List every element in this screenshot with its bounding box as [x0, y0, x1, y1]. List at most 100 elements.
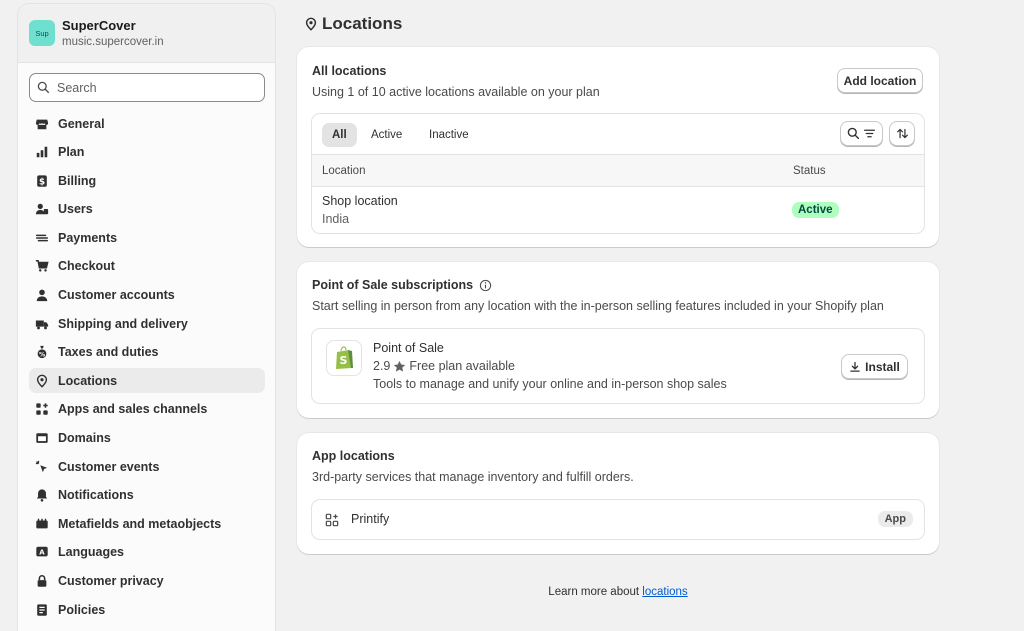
nav-item-shipping[interactable]: Shipping and delivery	[29, 311, 265, 336]
locations-link[interactable]: locations	[642, 586, 687, 598]
shopify-pos-logo: S	[326, 340, 362, 376]
svg-text:$: $	[39, 177, 45, 187]
nav-label: Apps and sales channels	[58, 402, 208, 417]
nav-label: Notifications	[58, 488, 134, 503]
nav-item-customer-privacy[interactable]: Customer privacy	[29, 569, 265, 594]
pos-plan: Free plan available	[409, 359, 516, 373]
location-icon	[305, 17, 317, 31]
star-icon	[394, 360, 406, 372]
table-row[interactable]: Shop location India Active	[312, 188, 924, 234]
tab-all[interactable]: All	[322, 123, 357, 147]
plan-icon	[35, 145, 49, 159]
search-box[interactable]	[29, 73, 265, 102]
tax-icon: %	[35, 345, 49, 359]
payments-icon	[35, 231, 49, 245]
nav-item-payments[interactable]: Payments	[29, 225, 265, 250]
nav-label: Languages	[58, 545, 124, 560]
pos-title: Point of Sale subscriptions	[312, 278, 474, 292]
svg-text:A: A	[39, 549, 45, 557]
all-locations-card: All locations Using 1 of 10 active locat…	[297, 47, 939, 247]
footer-text: Learn more about	[548, 586, 640, 598]
app-location-row[interactable]: Printify App	[311, 499, 925, 540]
app-badge: App	[877, 511, 913, 527]
apps-icon	[35, 402, 49, 416]
app-locations-subtitle: 3rd-party services that manage inventory…	[312, 470, 634, 484]
nav-item-billing[interactable]: $ Billing	[29, 168, 265, 193]
shopify-bag-icon: S	[336, 346, 353, 369]
location-name: Shop location	[322, 194, 398, 208]
nav-item-general[interactable]: General	[29, 111, 265, 136]
nav-item-taxes[interactable]: % Taxes and duties	[29, 340, 265, 365]
nav-label: Taxes and duties	[58, 345, 159, 360]
nav-label: Shipping and delivery	[58, 316, 188, 331]
store-header[interactable]: Sup SuperCover music.supercover.in	[18, 4, 275, 63]
nav-item-metafields[interactable]: Metafields and metaobjects	[29, 511, 265, 536]
nav-item-customer-accounts[interactable]: Customer accounts	[29, 283, 265, 308]
filter-icon	[863, 129, 876, 138]
page-title-text: Locations	[322, 14, 403, 33]
store-icon	[35, 117, 49, 131]
bell-icon	[35, 488, 49, 502]
sort-button[interactable]	[889, 121, 915, 146]
nav-item-users[interactable]: Users	[29, 197, 265, 222]
info-icon[interactable]	[479, 279, 492, 292]
locations-table: All Active Inactive Location Status Shop…	[311, 113, 925, 234]
policies-icon	[35, 603, 49, 617]
nav-label: Domains	[58, 431, 111, 446]
store-logo: Sup	[29, 20, 55, 46]
nav-item-customer-events[interactable]: Customer events	[29, 454, 265, 479]
search-icon	[37, 81, 50, 94]
location-country: India	[322, 212, 350, 226]
truck-icon	[35, 317, 49, 331]
nav-label: Customer privacy	[58, 574, 164, 588]
lock-icon	[35, 574, 49, 588]
location-icon	[35, 374, 49, 388]
tab-inactive[interactable]: Inactive	[419, 123, 479, 147]
pos-card: Point of Sale subscriptions Start sellin…	[297, 262, 939, 418]
search-icon	[847, 127, 860, 140]
all-locations-subtitle: Using 1 of 10 active locations available…	[312, 85, 600, 99]
billing-icon: $	[35, 174, 49, 188]
pos-app-row: S Point of Sale 2.9 Free plan available …	[311, 328, 925, 404]
nav-item-policies[interactable]: Policies	[29, 597, 265, 622]
nav-item-apps[interactable]: Apps and sales channels	[29, 397, 265, 422]
nav-label: General	[58, 116, 105, 131]
download-icon	[850, 361, 860, 372]
nav-label: Payments	[58, 230, 118, 245]
domains-icon	[35, 431, 49, 445]
nav-item-locations[interactable]: Locations	[29, 368, 265, 394]
add-location-button[interactable]: Add location	[837, 68, 923, 93]
app-location-name: Printify	[351, 512, 390, 526]
nav-label: Customer accounts	[58, 288, 175, 303]
column-status: Status	[793, 165, 826, 177]
settings-sidebar: Sup SuperCover music.supercover.in Gener…	[17, 3, 276, 631]
tab-active[interactable]: Active	[361, 123, 412, 147]
nav-item-plan[interactable]: Plan	[29, 140, 265, 165]
person-icon	[35, 288, 49, 302]
language-icon: A	[35, 545, 49, 559]
nav-item-domains[interactable]: Domains	[29, 426, 265, 451]
settings-nav: General Plan $ Billing Users Payments Che…	[29, 111, 265, 626]
all-locations-title: All locations	[312, 64, 387, 78]
cart-icon	[35, 259, 49, 273]
install-label: Install	[865, 359, 900, 374]
install-button[interactable]: Install	[841, 354, 908, 379]
app-locations-title: App locations	[312, 449, 395, 463]
pos-app-name: Point of Sale	[373, 341, 444, 355]
pos-subtitle: Start selling in person from any locatio…	[312, 299, 884, 313]
search-filter-button[interactable]	[840, 121, 883, 146]
status-badge: Active	[792, 202, 839, 218]
nav-label: Locations	[58, 373, 118, 388]
nav-label: Users	[58, 202, 93, 217]
nav-label: Policies	[58, 602, 106, 617]
search-input[interactable]	[57, 80, 237, 95]
nav-label: Checkout	[58, 259, 115, 274]
nav-item-checkout[interactable]: Checkout	[29, 254, 265, 279]
nav-item-notifications[interactable]: Notifications	[29, 483, 265, 508]
cursor-icon	[35, 460, 49, 474]
footer-help: Learn more about locations	[297, 586, 939, 598]
nav-item-languages[interactable]: A Languages	[29, 540, 265, 565]
nav-label: Metafields and metaobjects	[58, 516, 222, 531]
column-location: Location	[322, 165, 366, 177]
nav-label: Customer events	[58, 459, 160, 474]
